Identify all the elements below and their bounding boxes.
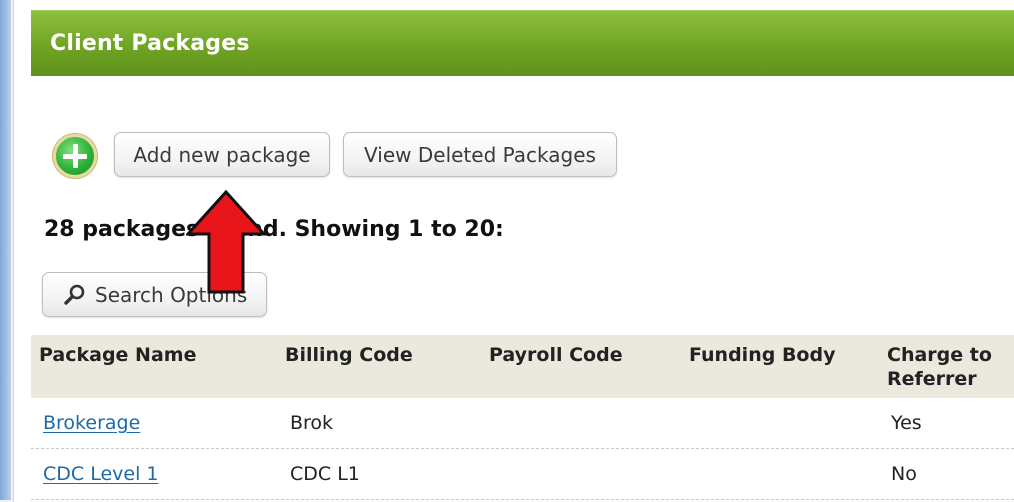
package-link[interactable]: Brokerage: [43, 412, 140, 434]
billing-code-cell: Brok: [290, 412, 334, 434]
magnifier-icon: [63, 283, 87, 307]
view-deleted-packages-button[interactable]: View Deleted Packages: [343, 132, 617, 177]
packages-table: Package Name Billing Code Payroll Code F…: [31, 335, 1014, 500]
section-header: Client Packages: [31, 10, 1014, 76]
package-link[interactable]: CDC Level 1: [43, 463, 158, 485]
table-header: Package Name Billing Code Payroll Code F…: [31, 335, 1014, 398]
charge-to-referrer-cell: No: [891, 463, 917, 485]
column-header-charge-to-referrer[interactable]: Charge to Referrer: [887, 343, 1007, 391]
column-header-funding-body[interactable]: Funding Body: [689, 343, 835, 367]
billing-code-cell: CDC L1: [290, 463, 360, 485]
column-header-package-name[interactable]: Package Name: [39, 343, 196, 367]
charge-to-referrer-cell: Yes: [891, 412, 922, 434]
add-circle-icon[interactable]: [53, 134, 97, 178]
add-new-package-button[interactable]: Add new package: [114, 132, 330, 177]
browser-left-edge: [0, 0, 14, 502]
page-margin: [14, 0, 31, 502]
window-edge-highlight: [0, 0, 11, 500]
table-row: Brokerage Brok Yes: [31, 398, 1014, 449]
column-header-billing-code[interactable]: Billing Code: [285, 343, 413, 367]
table-row: CDC Level 1 CDC L1 No: [31, 449, 1014, 500]
column-header-payroll-code[interactable]: Payroll Code: [489, 343, 623, 367]
page-title: Client Packages: [50, 31, 250, 56]
annotation-arrow-icon: [186, 190, 266, 294]
results-summary: 28 packages found. Showing 1 to 20:: [44, 217, 504, 242]
